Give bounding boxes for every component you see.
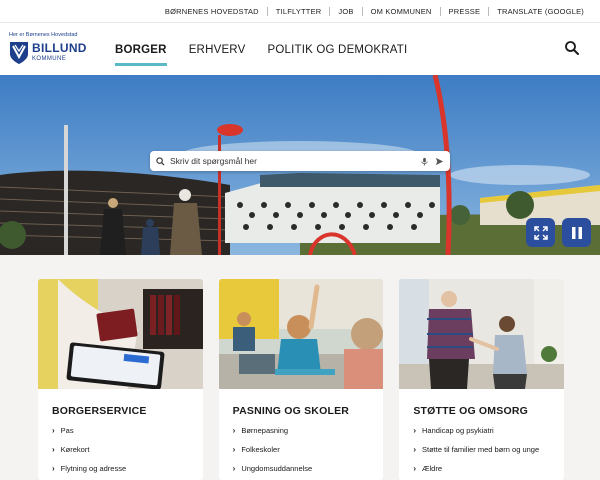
site-header: Her er Børnenes Hovedstad BILLUND KOMMUN… [0, 22, 600, 75]
card-title: PASNING OG SKOLER [232, 405, 350, 417]
hero-search-box [150, 151, 450, 171]
util-link-job[interactable]: JOB [329, 6, 361, 16]
list-item[interactable]: › Ældre [413, 464, 539, 473]
card-pasning-og-skoler: PASNING OG SKOLER › Børnepasning › Folkesk… [218, 279, 384, 480]
card-title: BORGERSERVICE [52, 405, 147, 417]
billund-logo[interactable]: Her er Børnenes Hovedstad BILLUND KOMMUN… [9, 32, 89, 68]
card-stotte-og-omsorg: STØTTE OG OMSORG › Handicap og psykiatri … [399, 279, 565, 480]
nav-item-politik-og-demokrati[interactable]: POLITIK OG DEMOKRATI [267, 23, 407, 76]
link-label: Ungdomsuddannelse [241, 464, 313, 473]
link-label: Handicap og psykiatri [422, 426, 494, 435]
chevron-right-icon: › [413, 445, 417, 454]
card-links: › Pas › Kørekort › Flytning og adresse [52, 426, 126, 480]
main-nav: BORGER ERHVERV POLITIK OG DEMOKRATI [115, 23, 429, 76]
utility-bar: BØRNENES HOVEDSTAD TILFLYTTER JOB OM KOM… [0, 0, 600, 22]
link-label: Flytning og adresse [60, 464, 127, 473]
hero-search-input[interactable] [170, 156, 414, 166]
card-links: › Handicap og psykiatri › Støtte til famil… [413, 426, 539, 480]
microphone-icon[interactable] [420, 157, 429, 166]
hero-banner [0, 75, 600, 255]
util-link-translate[interactable]: TRANSLATE (GOOGLE) [488, 6, 592, 16]
link-label: Støtte til familier med børn og unge [422, 445, 540, 454]
search-icon [156, 156, 165, 166]
category-cards: BORGERSERVICE › Pas › Kørekort › Flytning o… [38, 279, 565, 480]
util-link-om-kommunen[interactable]: OM KOMMUNEN [361, 6, 440, 16]
list-item[interactable]: › Handicap og psykiatri [413, 426, 539, 435]
chevron-right-icon: › [52, 464, 55, 473]
util-link-tilflytter[interactable]: TILFLYTTER [266, 6, 330, 16]
send-icon[interactable] [435, 157, 444, 166]
expand-icon [533, 225, 548, 240]
chevron-right-icon: › [232, 445, 236, 454]
pause-button[interactable] [562, 218, 591, 247]
list-item[interactable]: › Pas [52, 426, 126, 435]
chevron-right-icon: › [232, 426, 236, 435]
passport-tablet-photo [38, 279, 203, 389]
card-title: STØTTE OG OMSORG [413, 405, 528, 417]
shield-icon [10, 42, 28, 64]
classroom-photo [218, 279, 384, 389]
elderly-care-photo [399, 279, 565, 389]
chevron-right-icon: › [413, 426, 417, 435]
list-item[interactable]: › Kørekort [52, 445, 126, 454]
search-icon[interactable] [564, 40, 580, 56]
expand-button[interactable] [526, 218, 555, 247]
pause-icon [571, 226, 582, 239]
list-item[interactable]: › Børnepasning [233, 426, 313, 435]
nav-item-erhverv[interactable]: ERHVERV [189, 23, 246, 76]
link-label: Ældre [422, 464, 443, 473]
nav-item-borger[interactable]: BORGER [115, 23, 167, 76]
chevron-right-icon: › [413, 464, 417, 473]
link-label: Pas [60, 426, 74, 435]
card-borgerservice: BORGERSERVICE › Pas › Kørekort › Flytning o… [38, 279, 203, 480]
link-label: Kørekort [60, 445, 90, 454]
chevron-right-icon: › [52, 445, 55, 454]
list-item[interactable]: › Flytning og adresse [52, 464, 126, 473]
util-link-bornenes-hovedstad[interactable]: BØRNENES HOVEDSTAD [157, 7, 267, 16]
logo-name: BILLUND [32, 41, 87, 55]
util-link-presse[interactable]: PRESSE [439, 6, 489, 16]
link-label: Børnepasning [241, 426, 289, 435]
card-links: › Børnepasning › Folkeskoler › Ungdomsuddan… [233, 426, 313, 480]
logo-subtitle: KOMMUNE [32, 56, 67, 62]
link-label: Folkeskoler [241, 445, 280, 454]
list-item[interactable]: › Folkeskoler [233, 445, 313, 454]
chevron-right-icon: › [232, 464, 236, 473]
list-item[interactable]: › Ungdomsuddannelse [233, 464, 313, 473]
logo-tagline: Her er Børnenes Hovedstad [9, 32, 78, 38]
chevron-right-icon: › [52, 426, 55, 435]
list-item[interactable]: › Støtte til familier med børn og unge [413, 445, 539, 454]
